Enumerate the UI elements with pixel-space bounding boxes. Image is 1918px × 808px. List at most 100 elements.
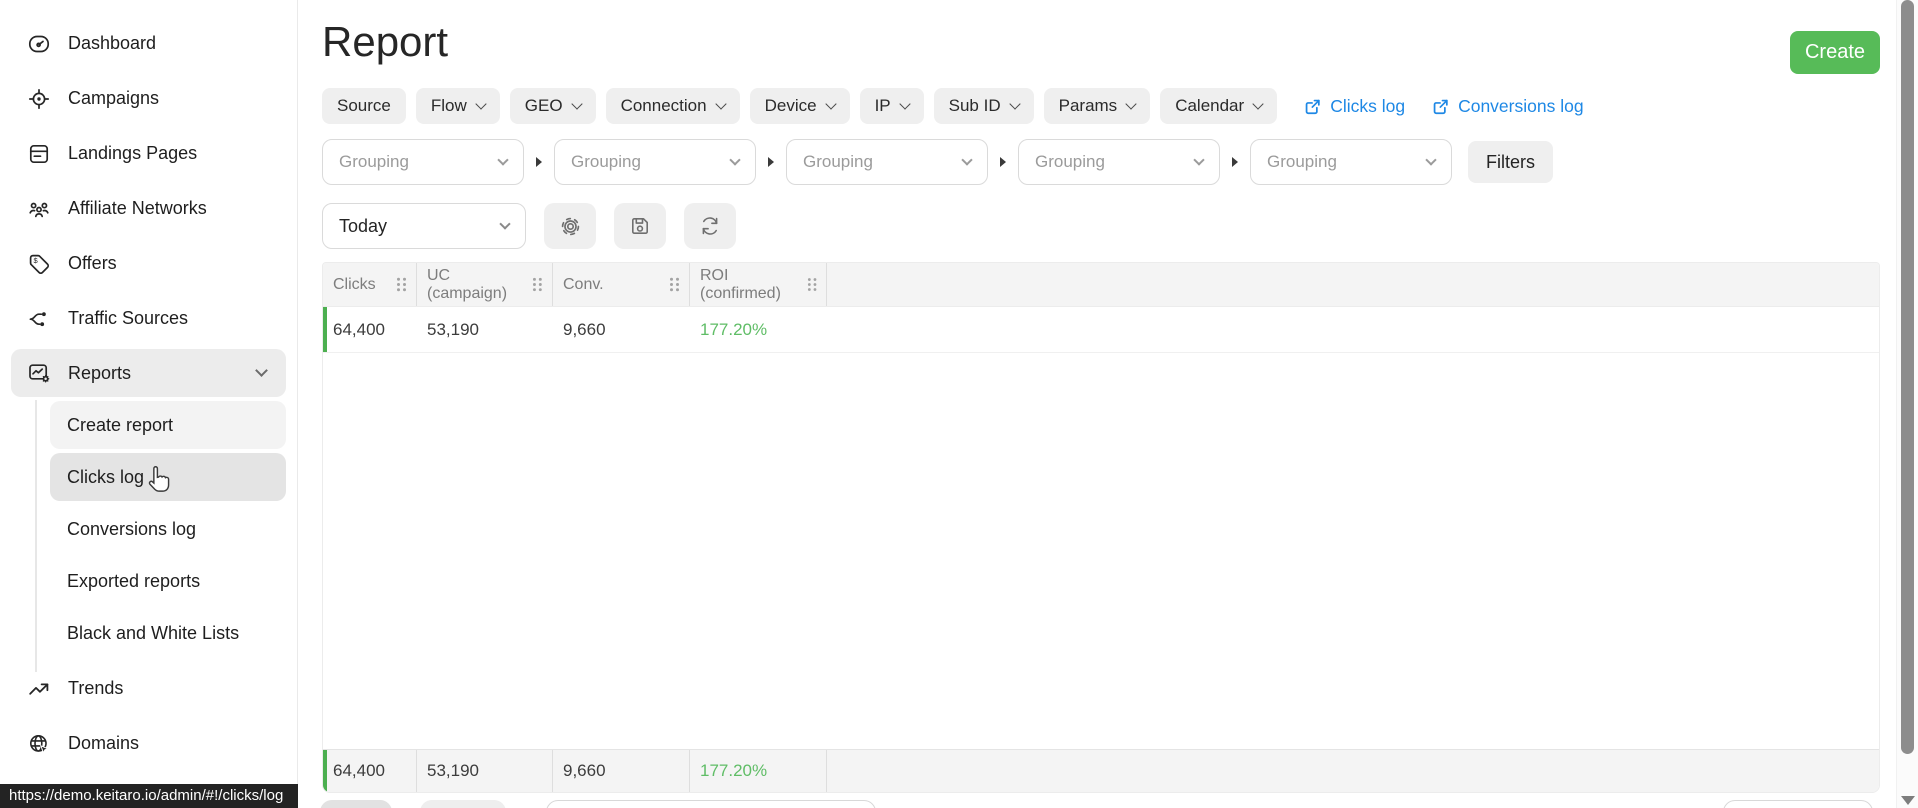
conversions-log-link[interactable]: Conversions log [1431, 96, 1584, 117]
column-header-roi-confirmed[interactable]: ROI (confirmed) [690, 263, 827, 306]
chevron-down-icon [898, 98, 911, 110]
traffic-sources-icon [27, 307, 51, 331]
chevron-down-icon [729, 154, 741, 166]
rows-per-page-select[interactable] [546, 800, 876, 808]
column-header-conv[interactable]: Conv. [553, 263, 690, 306]
column-header-uc-campaign[interactable]: UC (campaign) [417, 263, 553, 306]
filter-chip-geo[interactable]: GEO [509, 88, 596, 124]
filter-chip-calendar[interactable]: Calendar [1160, 88, 1278, 124]
column-label: Clicks [333, 275, 376, 293]
grouping-placeholder: Grouping [571, 152, 641, 171]
filter-chip-source[interactable]: Source [322, 88, 406, 124]
cell-conv: 9,660 [563, 319, 606, 339]
filter-chip-connection[interactable]: Connection [605, 88, 740, 124]
affiliate-networks-icon [27, 197, 51, 221]
vertical-scrollbar[interactable] [1896, 0, 1918, 808]
drag-handle-icon[interactable] [669, 277, 680, 292]
total-clicks: 64,400 [323, 750, 417, 792]
chip-label: IP [874, 96, 891, 115]
landing-pages-icon [27, 142, 51, 166]
scrollbar-thumb[interactable] [1901, 0, 1914, 754]
filter-chip-params[interactable]: Params [1043, 88, 1151, 124]
grouping-select-4[interactable]: Grouping [1018, 139, 1220, 185]
filter-chip-flow[interactable]: Flow [415, 88, 500, 124]
link-label: Clicks log [1330, 95, 1406, 116]
pagination-right-box[interactable] [1723, 800, 1873, 808]
total-empty [827, 750, 1879, 792]
grouping-select-1[interactable]: Grouping [322, 139, 524, 185]
grouping-select-3[interactable]: Grouping [786, 139, 988, 185]
sidebar-item-offers[interactable]: $ Offers [0, 236, 297, 291]
sidebar-subitem-conversions-log[interactable]: Conversions log [50, 505, 286, 553]
sidebar-subitem-black-white-lists[interactable]: Black and White Lists [50, 609, 286, 657]
chevron-down-icon [255, 364, 268, 377]
pagination-next-button[interactable] [420, 800, 506, 808]
refresh-button[interactable] [684, 203, 736, 249]
scrollbar-down-arrow-icon[interactable] [1901, 796, 1915, 805]
log-links: Clicks log Conversions log [1303, 96, 1584, 117]
clicks-log-link[interactable]: Clicks log [1303, 96, 1405, 117]
page-title: Report [322, 18, 449, 65]
save-icon [632, 218, 648, 234]
date-range-select[interactable]: Today [322, 203, 526, 249]
drag-handle-icon[interactable] [396, 277, 407, 292]
grouping-select-5[interactable]: Grouping [1250, 139, 1452, 185]
total-conv: 9,660 [553, 750, 690, 792]
sidebar-item-dashboard[interactable]: Dashboard [0, 16, 297, 71]
chevron-down-icon [1252, 98, 1264, 110]
filters-button[interactable]: Filters [1468, 141, 1553, 183]
filter-chip-device[interactable]: Device [749, 88, 850, 124]
pagination-prev-button[interactable] [320, 800, 392, 808]
grouping-placeholder: Grouping [803, 152, 873, 171]
sidebar-subitem-label: Create report [67, 414, 174, 435]
sidebar-item-landing-pages[interactable]: Landings Pages [0, 126, 297, 181]
settings-button[interactable] [544, 203, 596, 249]
chip-label: Calendar [1175, 96, 1245, 115]
chip-label: Sub ID [948, 96, 1001, 115]
create-button[interactable]: Create [1790, 31, 1880, 74]
sidebar-subitem-label: Clicks log [67, 466, 145, 487]
settings-icon [561, 217, 579, 235]
sidebar-subitem-label: Conversions log [67, 518, 197, 539]
filter-chip-sub-id[interactable]: Sub ID [933, 88, 1034, 124]
report-table: Clicks UC (campaign) Conv. ROI (confirme… [322, 262, 1880, 793]
filter-chip-ip[interactable]: IP [859, 88, 924, 124]
chevron-down-icon [714, 98, 727, 110]
column-label: Conv. [563, 275, 604, 293]
cell-uc-campaign: 53,190 [427, 319, 479, 339]
campaigns-icon [27, 87, 51, 111]
column-label: UC (campaign) [427, 266, 508, 302]
drag-handle-icon[interactable] [532, 277, 543, 292]
chevron-down-icon [1425, 154, 1437, 166]
reports-icon [27, 361, 51, 385]
drag-handle-icon[interactable] [807, 277, 817, 292]
grouping-separator-icon [1232, 157, 1238, 167]
sidebar-subitem-create-report[interactable]: Create report [50, 401, 286, 449]
sidebar-item-label: Offers [68, 253, 117, 273]
sidebar-item-domains[interactable]: Domains [0, 716, 297, 771]
chip-label: Params [1058, 96, 1118, 115]
sidebar-subitem-label: Exported reports [67, 570, 201, 591]
table-row[interactable]: 64,400 53,190 9,660 177.20% [323, 307, 1879, 353]
chevron-down-icon [570, 98, 583, 110]
chevron-down-icon [497, 154, 509, 166]
chevron-down-icon [961, 154, 973, 166]
column-header-clicks[interactable]: Clicks [323, 263, 417, 306]
grouping-placeholder: Grouping [339, 152, 409, 171]
sidebar-item-campaigns[interactable]: Campaigns [0, 71, 297, 126]
date-toolbar-row: Today [322, 203, 736, 249]
date-range-value: Today [339, 215, 388, 236]
sidebar-item-affiliate-networks[interactable]: Affiliate Networks [0, 181, 297, 236]
chip-label: Connection [620, 96, 707, 115]
save-button[interactable] [614, 203, 666, 249]
sidebar-item-label: Reports [68, 362, 132, 383]
grouping-select-2[interactable]: Grouping [554, 139, 756, 185]
grouping-placeholder: Grouping [1035, 152, 1105, 171]
sidebar-item-traffic-sources[interactable]: Traffic Sources [0, 291, 297, 346]
sidebar-item-trends[interactable]: Trends [0, 661, 297, 716]
sidebar-nav: Dashboard Campaigns Landings Pages Affil… [0, 0, 297, 771]
sidebar-item-reports[interactable]: Reports [11, 349, 286, 397]
sidebar-subitem-exported-reports[interactable]: Exported reports [50, 557, 286, 605]
sidebar: Dashboard Campaigns Landings Pages Affil… [0, 0, 298, 808]
sidebar-subitem-label: Black and White Lists [67, 622, 240, 643]
